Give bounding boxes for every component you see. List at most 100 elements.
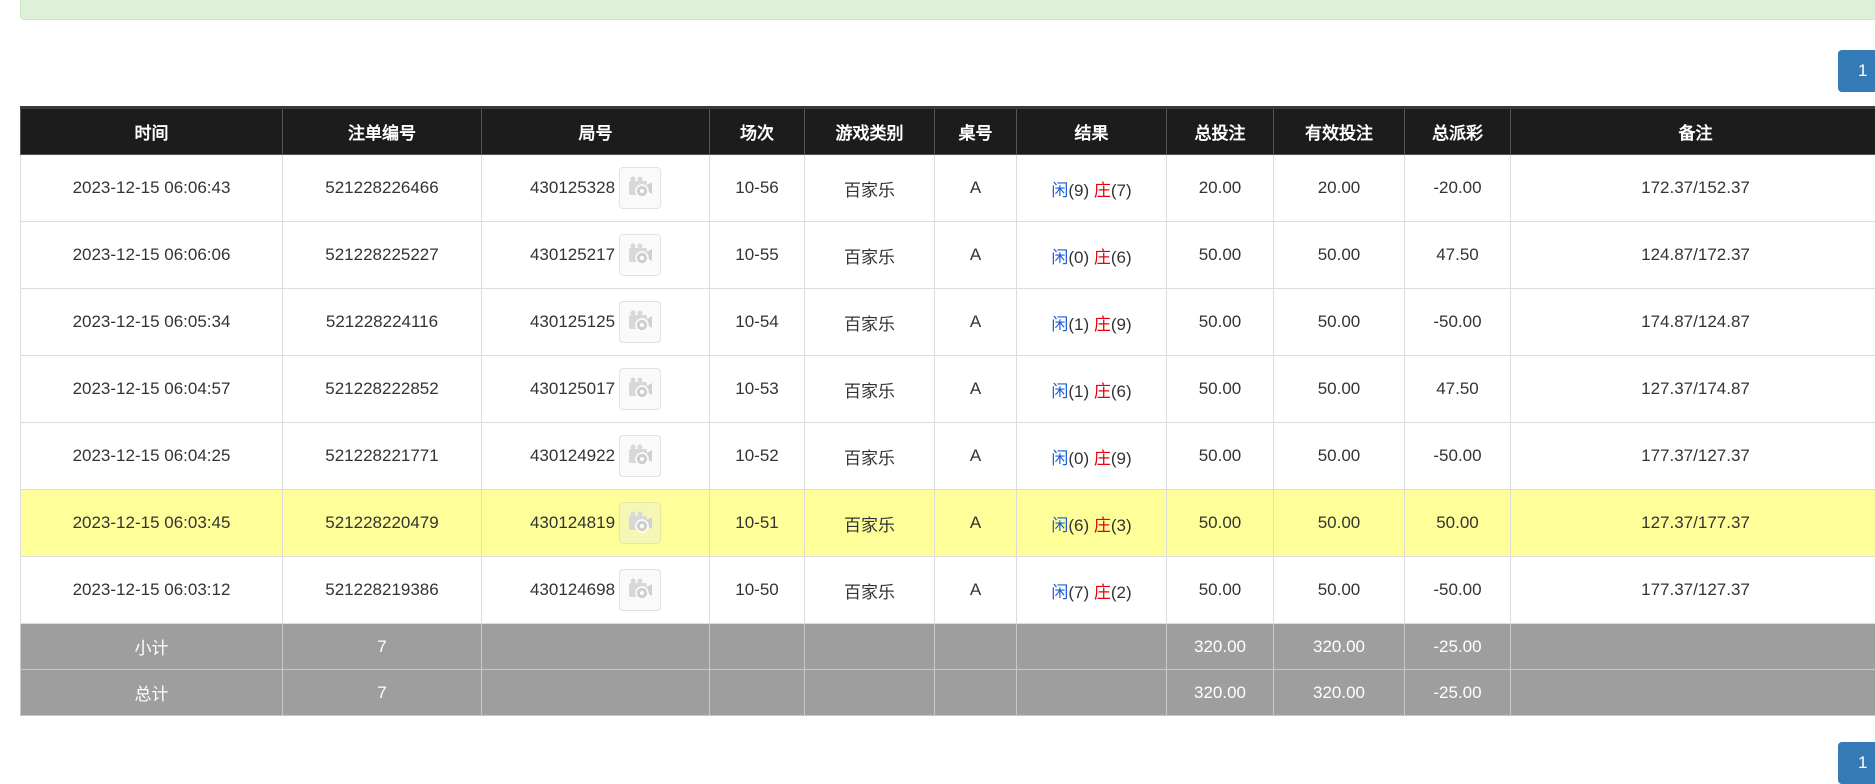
summary-empty bbox=[710, 624, 805, 670]
result-player-score: (1) bbox=[1068, 382, 1089, 401]
summary-empty bbox=[1017, 670, 1167, 716]
result-player-score: (6) bbox=[1068, 516, 1089, 535]
result-banker-label: 庄 bbox=[1094, 382, 1111, 401]
summary-payout: -25.00 bbox=[1405, 624, 1511, 670]
cell-valid-bet: 50.00 bbox=[1274, 557, 1405, 624]
cell-bet-id: 521228219386 bbox=[283, 557, 482, 624]
cell-note: 124.87/172.37 bbox=[1511, 222, 1875, 289]
result-player-score: (9) bbox=[1068, 181, 1089, 200]
cell-result: 闲(7) 庄(2) bbox=[1017, 557, 1167, 624]
summary-empty bbox=[1511, 624, 1875, 670]
video-replay-icon[interactable] bbox=[619, 368, 661, 410]
header-round: 局号 bbox=[482, 108, 710, 155]
result-banker-label: 庄 bbox=[1094, 248, 1111, 267]
cell-valid-bet: 50.00 bbox=[1274, 490, 1405, 557]
cell-game-type: 百家乐 bbox=[805, 557, 935, 624]
result-banker-label: 庄 bbox=[1094, 516, 1111, 535]
result-player-score: (1) bbox=[1068, 315, 1089, 334]
header-table-no: 桌号 bbox=[935, 108, 1017, 155]
result-player-label: 闲 bbox=[1051, 315, 1068, 334]
cell-table-no: A bbox=[935, 423, 1017, 490]
result-player-label: 闲 bbox=[1051, 449, 1068, 468]
cell-time: 2023-12-15 06:06:43 bbox=[21, 155, 283, 222]
cell-game-type: 百家乐 bbox=[805, 356, 935, 423]
header-total-bet: 总投注 bbox=[1167, 108, 1274, 155]
cell-note: 177.37/127.37 bbox=[1511, 557, 1875, 624]
summary-empty bbox=[935, 670, 1017, 716]
video-replay-icon[interactable] bbox=[619, 234, 661, 276]
cell-total-bet: 50.00 bbox=[1167, 423, 1274, 490]
summary-empty bbox=[482, 624, 710, 670]
cell-round: 430125328 bbox=[482, 155, 710, 222]
result-player-label: 闲 bbox=[1051, 516, 1068, 535]
cell-session: 10-55 bbox=[710, 222, 805, 289]
video-replay-icon[interactable] bbox=[619, 569, 661, 611]
cell-table-no: A bbox=[935, 557, 1017, 624]
pagination-page-1-bottom[interactable]: 1 bbox=[1838, 742, 1875, 784]
pagination-page-1-top[interactable]: 1 bbox=[1838, 50, 1875, 92]
cell-game-type: 百家乐 bbox=[805, 155, 935, 222]
round-number: 430125017 bbox=[530, 379, 615, 399]
summary-empty bbox=[482, 670, 710, 716]
summary-empty bbox=[935, 624, 1017, 670]
bet-records-table: 时间 注单编号 局号 场次 游戏类别 桌号 结果 总投注 有效投注 总派彩 备注… bbox=[20, 106, 1875, 716]
cell-total-bet: 50.00 bbox=[1167, 557, 1274, 624]
cell-bet-id: 521228224116 bbox=[283, 289, 482, 356]
cell-payout: -50.00 bbox=[1405, 289, 1511, 356]
cell-session: 10-50 bbox=[710, 557, 805, 624]
summary-count: 7 bbox=[283, 670, 482, 716]
table-header-row: 时间 注单编号 局号 场次 游戏类别 桌号 结果 总投注 有效投注 总派彩 备注 bbox=[21, 108, 1875, 155]
alert-bar bbox=[20, 0, 1875, 20]
video-replay-icon[interactable] bbox=[619, 167, 661, 209]
result-player-score: (0) bbox=[1068, 449, 1089, 468]
cell-note: 177.37/127.37 bbox=[1511, 423, 1875, 490]
cell-total-bet: 50.00 bbox=[1167, 490, 1274, 557]
cell-valid-bet: 50.00 bbox=[1274, 423, 1405, 490]
summary-empty bbox=[1511, 670, 1875, 716]
cell-game-type: 百家乐 bbox=[805, 289, 935, 356]
result-banker-score: (6) bbox=[1111, 382, 1132, 401]
cell-round: 430124698 bbox=[482, 557, 710, 624]
cell-valid-bet: 50.00 bbox=[1274, 222, 1405, 289]
table-row: 2023-12-15 06:05:34 521228224116 4301251… bbox=[21, 289, 1875, 356]
cell-game-type: 百家乐 bbox=[805, 490, 935, 557]
header-time: 时间 bbox=[21, 108, 283, 155]
cell-payout: 47.50 bbox=[1405, 356, 1511, 423]
video-replay-icon[interactable] bbox=[619, 435, 661, 477]
summary-row: 总计 7 320.00 320.00 -25.00 bbox=[21, 670, 1875, 716]
summary-empty bbox=[805, 624, 935, 670]
round-number: 430124922 bbox=[530, 446, 615, 466]
header-valid-bet: 有效投注 bbox=[1274, 108, 1405, 155]
cell-session: 10-56 bbox=[710, 155, 805, 222]
video-replay-icon[interactable] bbox=[619, 301, 661, 343]
cell-round: 430125017 bbox=[482, 356, 710, 423]
cell-result: 闲(0) 庄(6) bbox=[1017, 222, 1167, 289]
result-player-score: (7) bbox=[1068, 583, 1089, 602]
cell-payout: 50.00 bbox=[1405, 490, 1511, 557]
cell-result: 闲(9) 庄(7) bbox=[1017, 155, 1167, 222]
table-row: 2023-12-15 06:04:25 521228221771 4301249… bbox=[21, 423, 1875, 490]
cell-total-bet: 50.00 bbox=[1167, 222, 1274, 289]
video-replay-icon[interactable] bbox=[619, 502, 661, 544]
cell-session: 10-51 bbox=[710, 490, 805, 557]
cell-table-no: A bbox=[935, 222, 1017, 289]
cell-payout: -20.00 bbox=[1405, 155, 1511, 222]
cell-valid-bet: 20.00 bbox=[1274, 155, 1405, 222]
cell-session: 10-52 bbox=[710, 423, 805, 490]
cell-round: 430125217 bbox=[482, 222, 710, 289]
cell-time: 2023-12-15 06:04:57 bbox=[21, 356, 283, 423]
summary-count: 7 bbox=[283, 624, 482, 670]
table-row: 2023-12-15 06:06:43 521228226466 4301253… bbox=[21, 155, 1875, 222]
cell-table-no: A bbox=[935, 490, 1017, 557]
cell-round: 430124922 bbox=[482, 423, 710, 490]
cell-table-no: A bbox=[935, 155, 1017, 222]
cell-total-bet: 20.00 bbox=[1167, 155, 1274, 222]
cell-payout: -50.00 bbox=[1405, 557, 1511, 624]
result-banker-score: (3) bbox=[1111, 516, 1132, 535]
cell-table-no: A bbox=[935, 289, 1017, 356]
header-payout: 总派彩 bbox=[1405, 108, 1511, 155]
cell-bet-id: 521228222852 bbox=[283, 356, 482, 423]
cell-result: 闲(1) 庄(9) bbox=[1017, 289, 1167, 356]
table-row: 2023-12-15 06:03:45 521228220479 4301248… bbox=[21, 490, 1875, 557]
cell-session: 10-54 bbox=[710, 289, 805, 356]
